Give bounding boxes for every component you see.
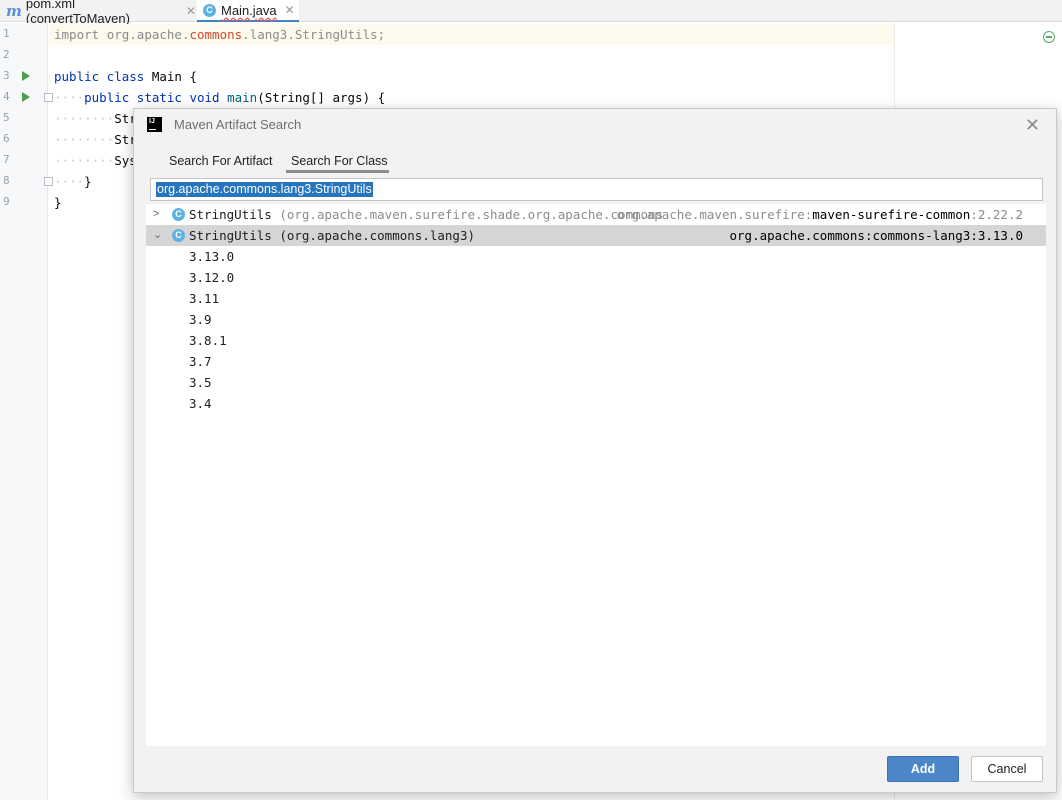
inspection-ok-icon[interactable]	[1043, 31, 1055, 43]
cancel-button[interactable]: Cancel	[971, 756, 1043, 782]
editor-gutter: 1 2 3 4 5 6 7 8 9	[0, 23, 53, 800]
code-line-1: import org.apache.commons.lang3.StringUt…	[54, 27, 386, 42]
class-icon: C	[172, 208, 185, 221]
result-row[interactable]: ⌄ C StringUtils (org.apache.commons.lang…	[146, 225, 1046, 246]
code-line-5: ········Stri	[54, 111, 145, 126]
chevron-down-icon[interactable]: ⌄	[153, 225, 162, 246]
run-icon[interactable]	[22, 71, 30, 81]
line-number: 3	[3, 69, 10, 82]
tab-search-for-artifact[interactable]: Search For Artifact	[169, 151, 273, 173]
close-icon[interactable]: ✕	[285, 3, 295, 17]
editor-tab-bar: m pom.xml (convertToMaven) ✕ C Main.java…	[0, 0, 1062, 26]
tab-main-java[interactable]: C Main.java ✕	[197, 0, 299, 22]
run-icon[interactable]	[22, 92, 30, 102]
result-row[interactable]: > C StringUtils (org.apache.maven.surefi…	[146, 204, 1046, 225]
line-number: 2	[3, 48, 10, 61]
version-item[interactable]: 3.12.0	[189, 267, 234, 288]
dialog-title: Maven Artifact Search	[174, 117, 302, 132]
code-line-7: ········Syst	[54, 153, 145, 168]
version-item[interactable]: 3.8.1	[189, 330, 227, 351]
line-number: 6	[3, 132, 10, 145]
result-class: StringUtils (org.apache.commons.lang3)	[189, 228, 475, 243]
line-number: 9	[3, 195, 10, 208]
close-icon[interactable]: ✕	[1025, 115, 1040, 136]
java-class-icon: C	[203, 3, 216, 17]
line-number: 1	[3, 27, 10, 40]
class-search-input[interactable]: org.apache.commons.lang3.StringUtils	[150, 178, 1043, 201]
tab-pom-xml[interactable]: m pom.xml (convertToMaven) ✕	[0, 0, 196, 26]
code-line-6: ········Stri	[54, 132, 145, 147]
results-tree[interactable]: > C StringUtils (org.apache.maven.surefi…	[146, 204, 1046, 746]
add-button[interactable]: Add	[887, 756, 959, 782]
dialog-titlebar: IJ Maven Artifact Search ✕	[134, 109, 1056, 143]
line-number: 7	[3, 153, 10, 166]
version-item[interactable]: 3.7	[189, 351, 212, 372]
class-icon: C	[172, 229, 185, 242]
version-item[interactable]: 3.5	[189, 372, 212, 393]
version-item[interactable]: 3.4	[189, 393, 212, 414]
line-number: 5	[3, 111, 10, 124]
maven-file-icon: m	[6, 2, 22, 20]
version-item[interactable]: 3.11	[189, 288, 219, 309]
code-line-3: public class Main {	[54, 69, 197, 84]
close-icon[interactable]: ✕	[186, 4, 196, 18]
intellij-logo-icon: IJ	[147, 117, 162, 132]
result-coordinates: org.apache.maven.surefire:maven-surefire…	[616, 207, 1023, 222]
line-number: 4	[3, 90, 10, 103]
result-class: StringUtils (org.apache.maven.surefire.s…	[189, 207, 664, 222]
chevron-right-icon[interactable]: >	[153, 204, 159, 225]
line-number: 8	[3, 174, 10, 187]
code-line-8: ····}	[54, 174, 92, 189]
result-coordinates: org.apache.commons:commons-lang3:3.13.0	[729, 228, 1024, 243]
search-input-value: org.apache.commons.lang3.StringUtils	[156, 182, 373, 197]
tab-search-for-class[interactable]: Search For Class	[286, 151, 389, 173]
version-item[interactable]: 3.9	[189, 309, 212, 330]
tab-label: Main.java	[221, 2, 277, 18]
code-line-4: ····public static void main(String[] arg…	[54, 90, 386, 105]
version-item[interactable]: 3.13.0	[189, 246, 234, 267]
code-line-9: }	[54, 195, 62, 210]
maven-artifact-search-dialog: IJ Maven Artifact Search ✕ Search For Ar…	[133, 108, 1057, 793]
